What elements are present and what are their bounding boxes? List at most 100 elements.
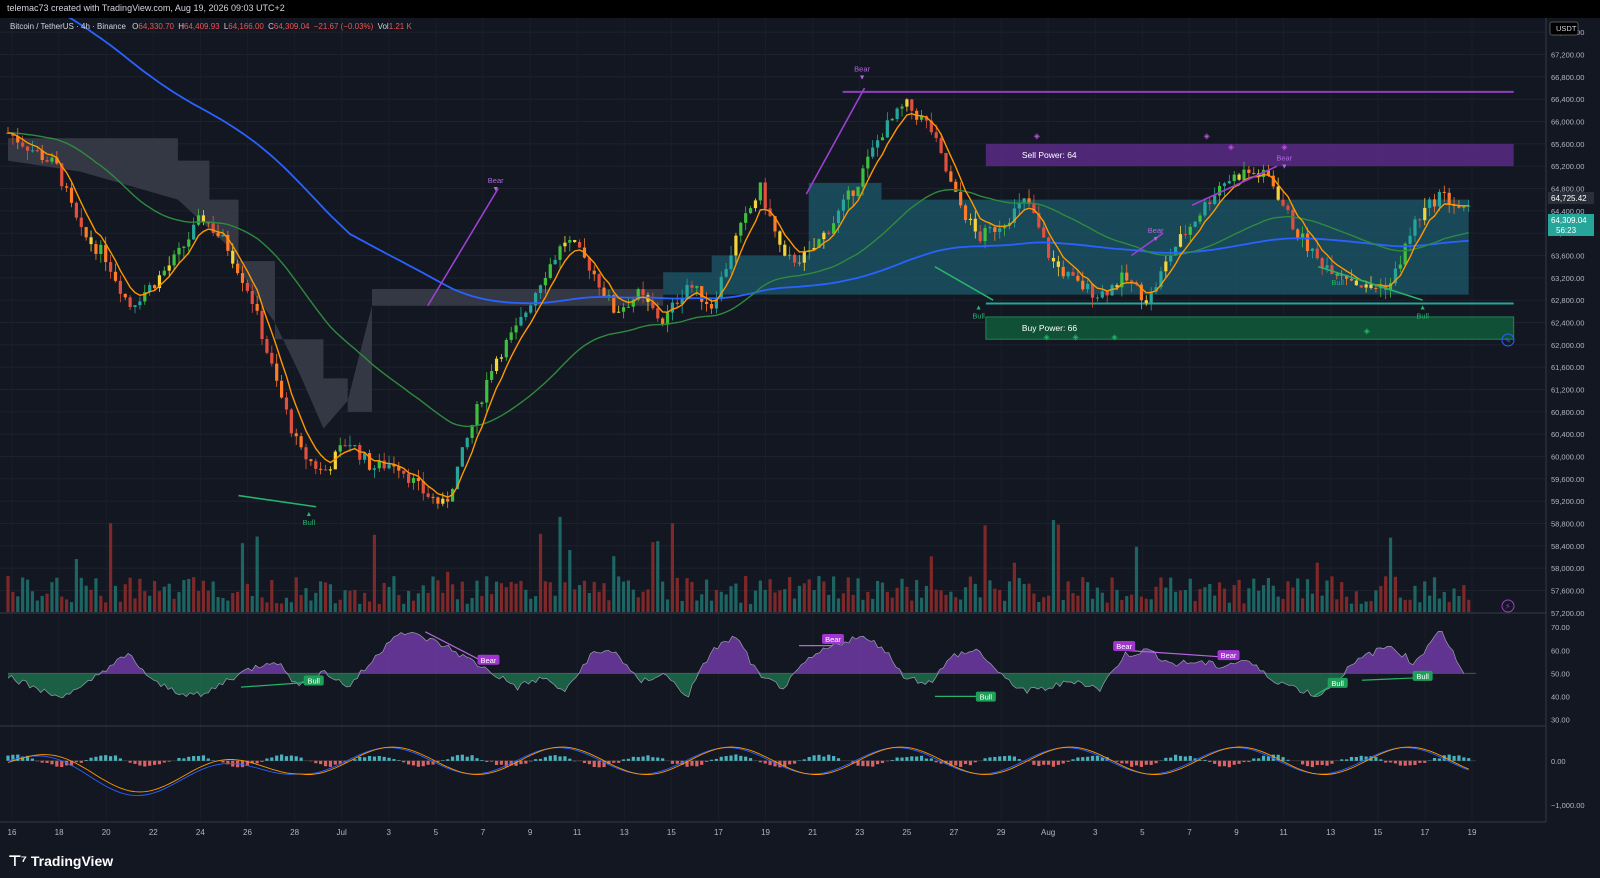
volume-bar bbox=[84, 585, 88, 612]
macd-hist-bar bbox=[744, 756, 748, 761]
volume-bar bbox=[1061, 599, 1065, 612]
price-tick: 60,800.00 bbox=[1551, 408, 1584, 417]
macd-hist-bar bbox=[871, 760, 875, 767]
price-tick: 60,000.00 bbox=[1551, 453, 1584, 462]
volume-bar bbox=[1359, 603, 1363, 612]
candle bbox=[187, 239, 191, 247]
volume-bar bbox=[895, 587, 899, 612]
candle bbox=[1310, 248, 1314, 252]
volume-bar bbox=[6, 576, 10, 612]
candle bbox=[1315, 248, 1319, 259]
volume-bar bbox=[1149, 599, 1153, 612]
volume-bar bbox=[1125, 596, 1129, 612]
candle bbox=[1330, 265, 1334, 275]
currency-label[interactable]: USDT bbox=[1556, 24, 1577, 33]
macd-hist-bar bbox=[143, 760, 147, 767]
price-tick: 62,000.00 bbox=[1551, 341, 1584, 350]
volume-bar bbox=[656, 541, 660, 612]
volume-bar bbox=[1178, 590, 1183, 612]
volume-bar bbox=[309, 600, 313, 612]
candle bbox=[690, 285, 694, 288]
volume-bar bbox=[993, 588, 997, 612]
macd-hist-bar bbox=[910, 756, 914, 761]
time-tick: 5 bbox=[1140, 828, 1145, 837]
macd-hist-bar bbox=[187, 756, 191, 761]
candle bbox=[490, 371, 494, 380]
macd-hist-bar bbox=[656, 757, 660, 761]
candle bbox=[1056, 261, 1060, 267]
macd-hist-bar bbox=[1066, 760, 1070, 762]
candle bbox=[949, 171, 953, 182]
rsi-bear-label: Bear bbox=[481, 656, 497, 665]
price-badge-upper: 64,725.42 bbox=[1551, 194, 1587, 203]
macd-hist-bar bbox=[1120, 760, 1124, 764]
volume-bar bbox=[284, 597, 289, 612]
bear-label: Bear bbox=[1276, 154, 1292, 163]
macd-hist-bar bbox=[563, 756, 567, 761]
candle bbox=[284, 397, 289, 410]
price-tick: 58,800.00 bbox=[1551, 520, 1584, 529]
tradingview-logo[interactable]: ⊤⁷ TradingView bbox=[8, 852, 113, 870]
volume-bar bbox=[1286, 581, 1290, 612]
candle bbox=[1188, 226, 1192, 235]
volume-bar bbox=[841, 593, 845, 612]
macd-hist-bar bbox=[1261, 755, 1266, 761]
trading-chart[interactable]: Sell Power: 64Buy Power: 66 Bear▼Bear▼Be… bbox=[0, 18, 1600, 842]
volume-bar bbox=[524, 589, 528, 612]
candle bbox=[973, 218, 977, 232]
volume-bar bbox=[1257, 590, 1261, 612]
candle bbox=[1095, 297, 1100, 299]
legend-high: 64,409.93 bbox=[184, 22, 220, 31]
candle bbox=[319, 468, 323, 470]
candle bbox=[748, 208, 753, 214]
macd-hist-bar bbox=[827, 754, 831, 761]
time-tick: 20 bbox=[102, 828, 111, 837]
macd-hist-bar bbox=[1301, 760, 1305, 765]
candle bbox=[1413, 219, 1417, 236]
candle bbox=[1325, 265, 1329, 269]
candle bbox=[240, 273, 245, 283]
bear-arrow-icon: ▼ bbox=[1152, 236, 1159, 243]
volume-bar bbox=[490, 594, 494, 612]
volume-bar bbox=[631, 589, 635, 612]
macd-hist-bar bbox=[1432, 757, 1437, 761]
volume-bar bbox=[1320, 595, 1324, 612]
volume-bar bbox=[441, 592, 445, 612]
candle bbox=[84, 227, 88, 238]
volume-bar bbox=[890, 597, 894, 612]
macd-hist-bar bbox=[543, 757, 547, 761]
macd-hist-bar bbox=[358, 756, 362, 761]
volume-bar bbox=[1007, 581, 1012, 612]
candle bbox=[270, 352, 274, 364]
time-tick: 17 bbox=[714, 828, 723, 837]
candle bbox=[1281, 199, 1285, 206]
macd-hist-bar bbox=[890, 759, 894, 761]
candle bbox=[99, 244, 103, 254]
candle bbox=[216, 232, 220, 237]
macd-hist-bar bbox=[1178, 755, 1183, 761]
volume-bar bbox=[665, 599, 670, 612]
volume-bar bbox=[314, 592, 318, 612]
candle bbox=[861, 168, 865, 187]
macd-hist-bar bbox=[1125, 760, 1129, 764]
volume-bar bbox=[411, 600, 416, 612]
volume-bar bbox=[338, 599, 342, 612]
volume-bar bbox=[1330, 576, 1334, 612]
volume-bar bbox=[714, 589, 718, 612]
macd-hist-bar bbox=[387, 757, 391, 761]
legend-close: 64,309.04 bbox=[274, 22, 310, 31]
legend-symbol: Bitcoin / TetherUS · 4h · Binance bbox=[10, 22, 126, 31]
macd-hist-bar bbox=[372, 756, 377, 761]
volume-bar bbox=[465, 603, 469, 612]
macd-hist-bar bbox=[192, 756, 196, 761]
volume-bar bbox=[1037, 601, 1041, 612]
candle bbox=[133, 305, 137, 308]
volume-bar bbox=[705, 579, 709, 612]
volume-bar bbox=[802, 583, 806, 612]
time-tick: 17 bbox=[1420, 828, 1429, 837]
macd-hist-bar bbox=[587, 760, 591, 765]
macd-hist-bar bbox=[875, 760, 880, 765]
candle bbox=[753, 200, 758, 209]
candle bbox=[641, 289, 645, 296]
price-tick: 61,200.00 bbox=[1551, 386, 1584, 395]
